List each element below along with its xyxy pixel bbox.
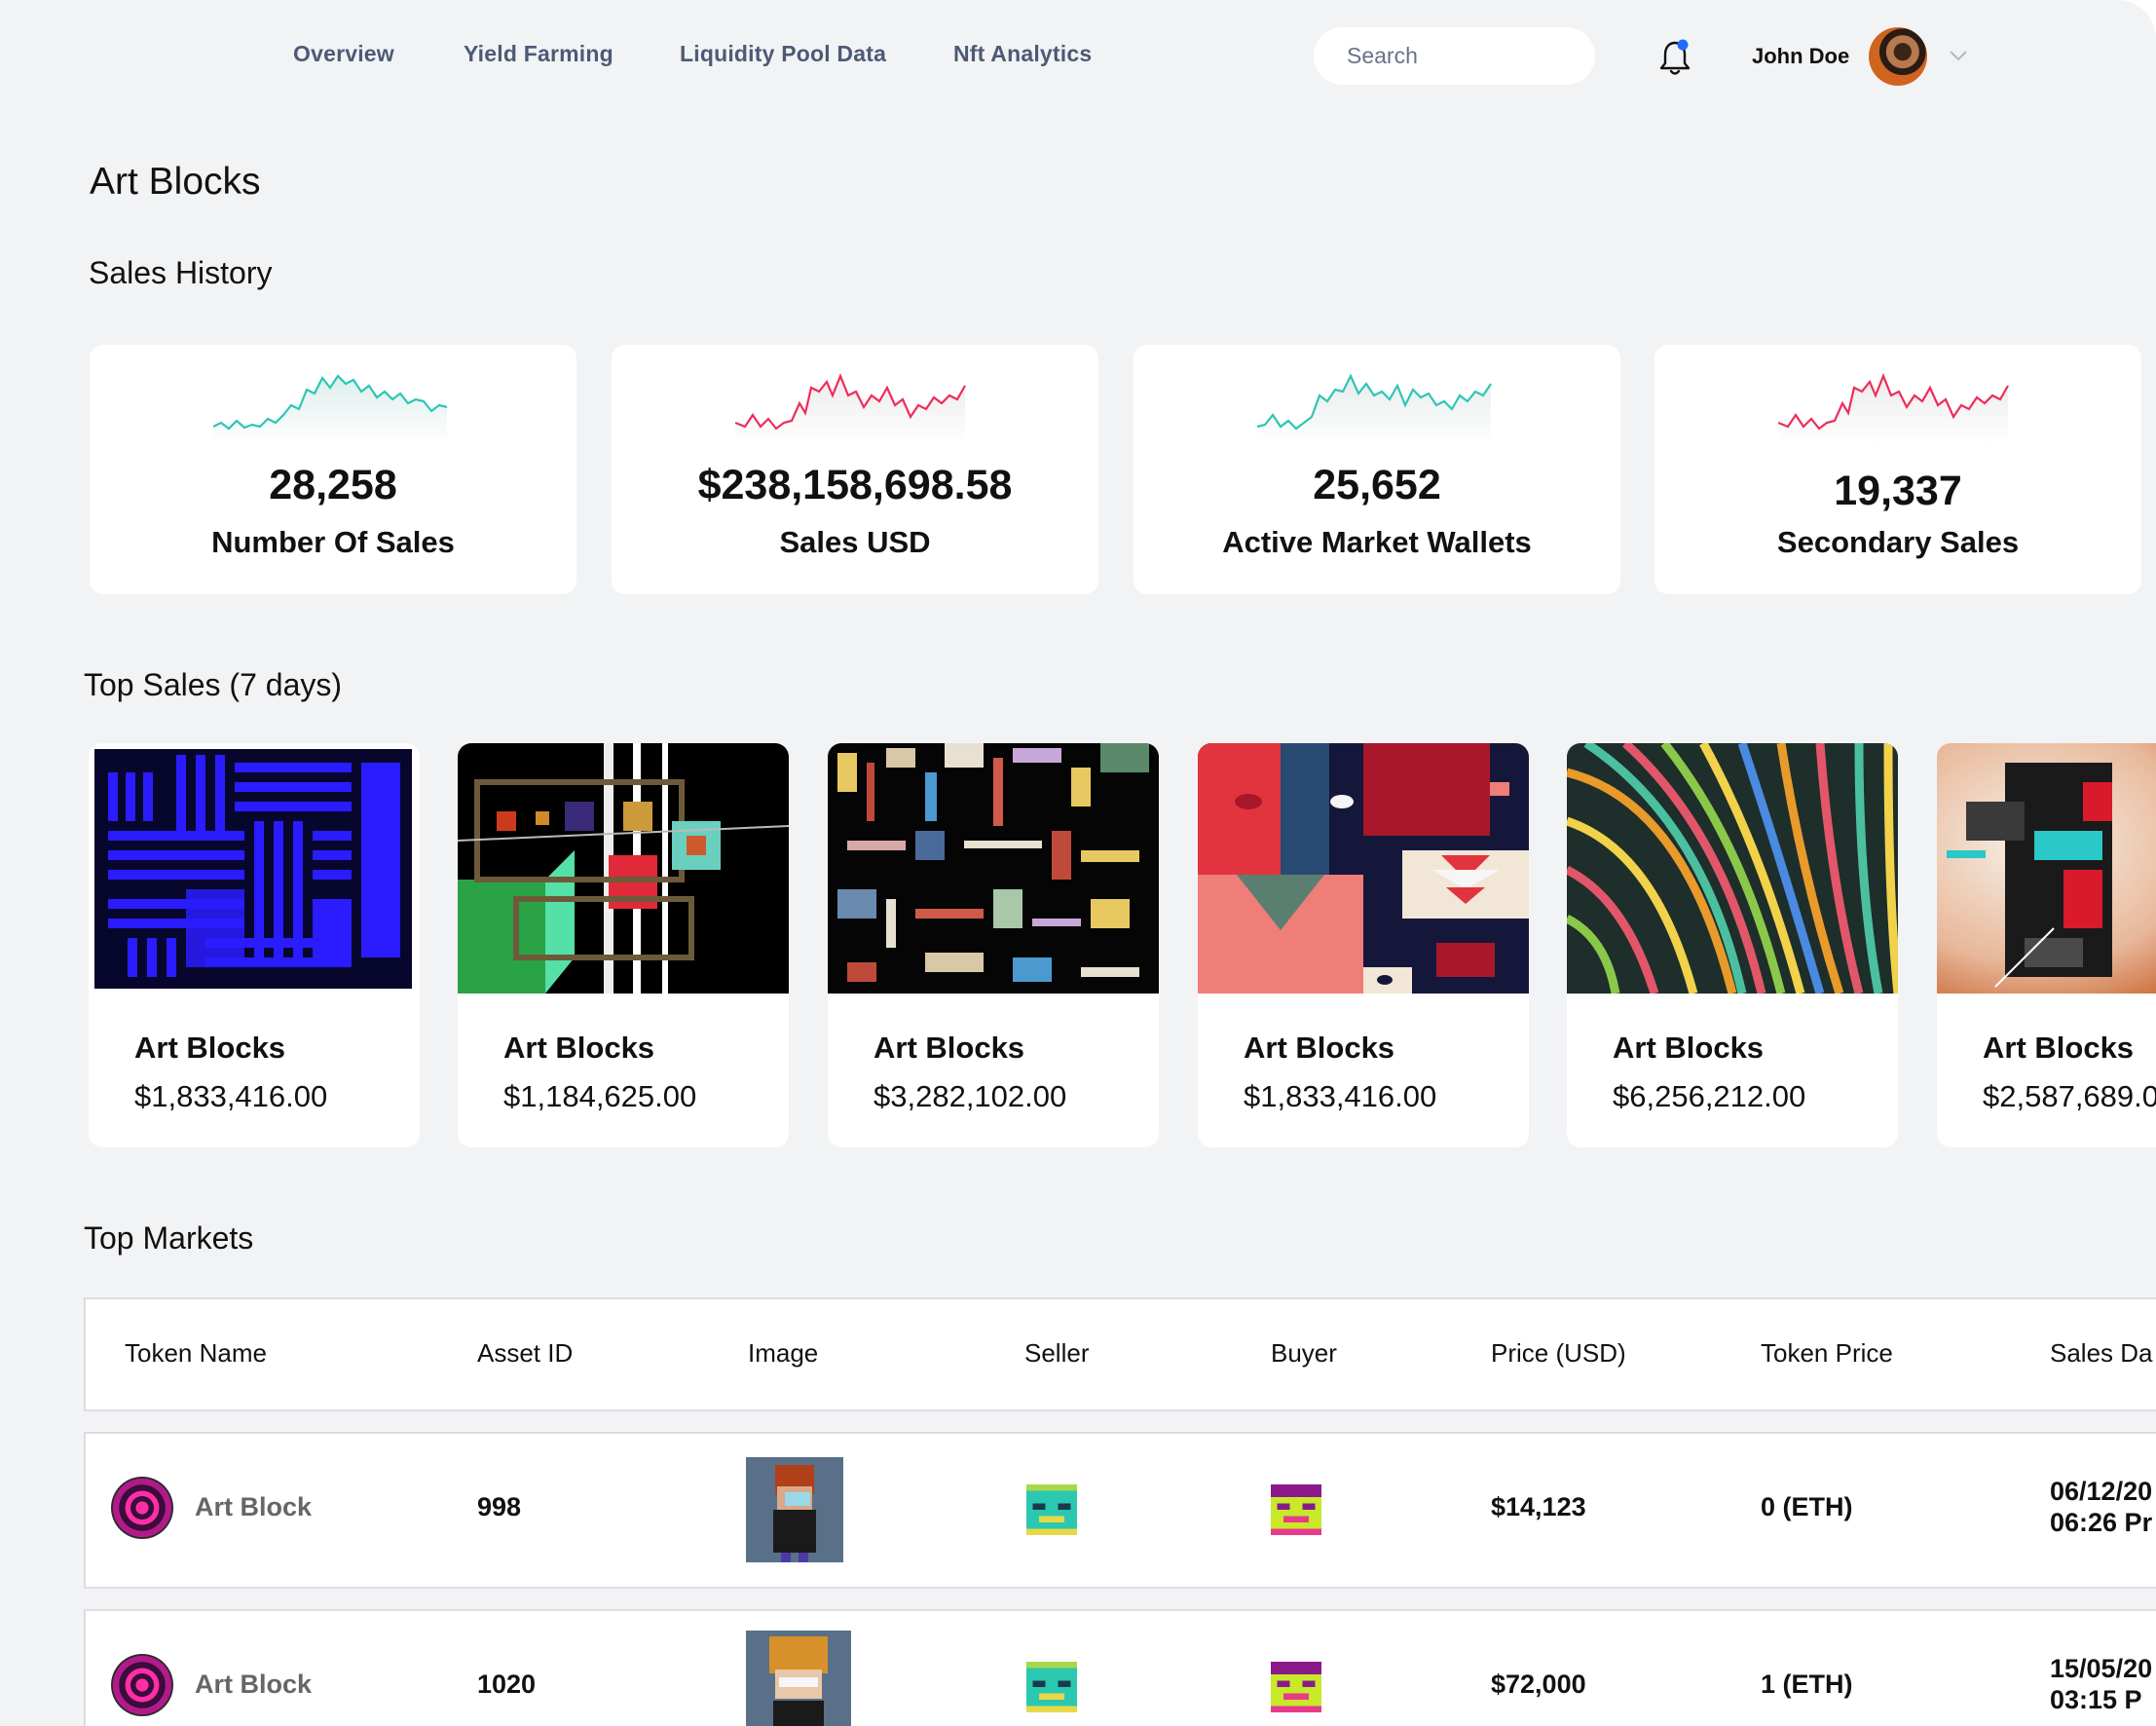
- sale-name: Art Blocks: [503, 1031, 655, 1065]
- column-header-price-usd[interactable]: Price (USD): [1491, 1338, 1626, 1369]
- stat-value: 28,258: [269, 462, 397, 508]
- column-header-image[interactable]: Image: [748, 1338, 818, 1369]
- stat-card-sales-usd: $238,158,698.58 Sales USD: [612, 345, 1098, 594]
- sale-name: Art Blocks: [134, 1031, 286, 1065]
- sparkline-chart: [213, 374, 448, 444]
- nft-artwork-image: [1198, 743, 1529, 994]
- column-header-token-name[interactable]: Token Name: [125, 1338, 267, 1369]
- asset-thumbnail-image: [746, 1457, 843, 1562]
- stat-label: Active Market Wallets: [1222, 525, 1532, 559]
- stat-card-active-market-wallets: 25,652 Active Market Wallets: [1134, 345, 1620, 594]
- nft-artwork-image: [1937, 743, 2156, 994]
- top-markets-heading: Top Markets: [84, 1220, 254, 1256]
- stat-label: Number Of Sales: [211, 525, 455, 559]
- table-row[interactable]: Art Block 998 $14,123 0 (ETH) 06/12/20 0…: [84, 1432, 2156, 1589]
- sale-card[interactable]: Art Blocks $6,256,212.00: [1567, 743, 1898, 1147]
- nft-artwork-image: [458, 743, 789, 994]
- user-name[interactable]: John Doe: [1752, 44, 1849, 69]
- search-input[interactable]: [1314, 27, 1595, 85]
- asset-id: 1020: [477, 1670, 537, 1699]
- column-header-sales-date[interactable]: Sales Da: [2050, 1338, 2153, 1369]
- nft-artwork-image: [828, 743, 1159, 994]
- nav-nft-analytics[interactable]: Nft Analytics: [953, 41, 1092, 67]
- sale-price: $3,282,102.00: [874, 1079, 1067, 1113]
- nft-artwork-image: [89, 743, 420, 994]
- chevron-down-icon[interactable]: [1948, 48, 1969, 63]
- buyer-avatar-icon[interactable]: [1271, 1484, 1321, 1535]
- page-title: Art Blocks: [90, 161, 261, 203]
- sales-date: 06/12/20: [2050, 1477, 2153, 1506]
- column-header-seller[interactable]: Seller: [1024, 1338, 1089, 1369]
- sale-price: $1,833,416.00: [1244, 1079, 1437, 1113]
- sparkline-chart: [1778, 373, 2009, 444]
- sale-price: $2,587,689.0: [1983, 1079, 2156, 1113]
- sale-price: $1,833,416.00: [134, 1079, 328, 1113]
- nav-overview[interactable]: Overview: [293, 41, 394, 67]
- sparkline-chart: [1257, 373, 1492, 444]
- sale-card[interactable]: Art Blocks $2,587,689.0: [1937, 743, 2156, 1147]
- table-header: Token Name Asset ID Image Seller Buyer P…: [84, 1297, 2156, 1411]
- sale-card[interactable]: Art Blocks $1,184,625.00: [458, 743, 789, 1147]
- bell-icon[interactable]: [1658, 38, 1691, 77]
- sales-history-heading: Sales History: [89, 255, 273, 290]
- token-name: Art Block: [195, 1670, 313, 1699]
- stat-value: 19,337: [1834, 468, 1962, 514]
- seller-avatar-icon[interactable]: [1026, 1662, 1077, 1712]
- sale-price: $6,256,212.00: [1613, 1079, 1806, 1113]
- price-usd: $72,000: [1491, 1670, 1586, 1699]
- token-icon: [111, 1654, 173, 1716]
- seller-avatar-icon[interactable]: [1026, 1484, 1077, 1535]
- stat-label: Sales USD: [779, 525, 931, 559]
- stat-card-number-of-sales: 28,258 Number Of Sales: [90, 345, 576, 594]
- sale-name: Art Blocks: [1613, 1031, 1765, 1065]
- token-icon: [111, 1477, 173, 1539]
- asset-thumbnail-image: [746, 1631, 851, 1726]
- column-header-token-price[interactable]: Token Price: [1761, 1338, 1893, 1369]
- column-header-buyer[interactable]: Buyer: [1271, 1338, 1337, 1369]
- column-header-asset-id[interactable]: Asset ID: [477, 1338, 573, 1369]
- nav-liquidity-pool-data[interactable]: Liquidity Pool Data: [680, 41, 886, 67]
- nft-artwork-image: [1567, 743, 1898, 994]
- token-price: 1 (ETH): [1761, 1670, 1853, 1699]
- sale-price: $1,184,625.00: [503, 1079, 697, 1113]
- top-sales-heading: Top Sales (7 days): [84, 667, 343, 702]
- table-row[interactable]: Art Block 1020 $72,000 1 (ETH) 15/05/20 …: [84, 1609, 2156, 1726]
- buyer-avatar-icon[interactable]: [1271, 1662, 1321, 1712]
- stat-value: $238,158,698.58: [697, 462, 1013, 508]
- sales-date: 15/05/20: [2050, 1654, 2153, 1683]
- sale-card[interactable]: Art Blocks $3,282,102.00: [828, 743, 1159, 1147]
- sales-time: 03:15 P: [2050, 1685, 2142, 1714]
- token-name: Art Block: [195, 1492, 313, 1521]
- sale-card[interactable]: Art Blocks $1,833,416.00: [89, 743, 420, 1147]
- avatar[interactable]: [1869, 27, 1927, 86]
- token-price: 0 (ETH): [1761, 1492, 1853, 1521]
- sales-time: 06:26 Pr: [2050, 1508, 2153, 1537]
- sale-name: Art Blocks: [1244, 1031, 1395, 1065]
- stat-label: Secondary Sales: [1776, 525, 2020, 559]
- sale-name: Art Blocks: [874, 1031, 1025, 1065]
- app-frame: Overview Yield Farming Liquidity Pool Da…: [0, 0, 2156, 1726]
- sale-card[interactable]: Art Blocks $1,833,416.00: [1198, 743, 1529, 1147]
- sale-name: Art Blocks: [1983, 1031, 2135, 1065]
- sparkline-chart: [735, 373, 966, 444]
- stat-value: 25,652: [1313, 462, 1441, 508]
- stat-card-secondary-sales: 19,337 Secondary Sales: [1654, 345, 2141, 594]
- nav-yield-farming[interactable]: Yield Farming: [464, 41, 613, 67]
- asset-id: 998: [477, 1492, 522, 1521]
- price-usd: $14,123: [1491, 1492, 1586, 1521]
